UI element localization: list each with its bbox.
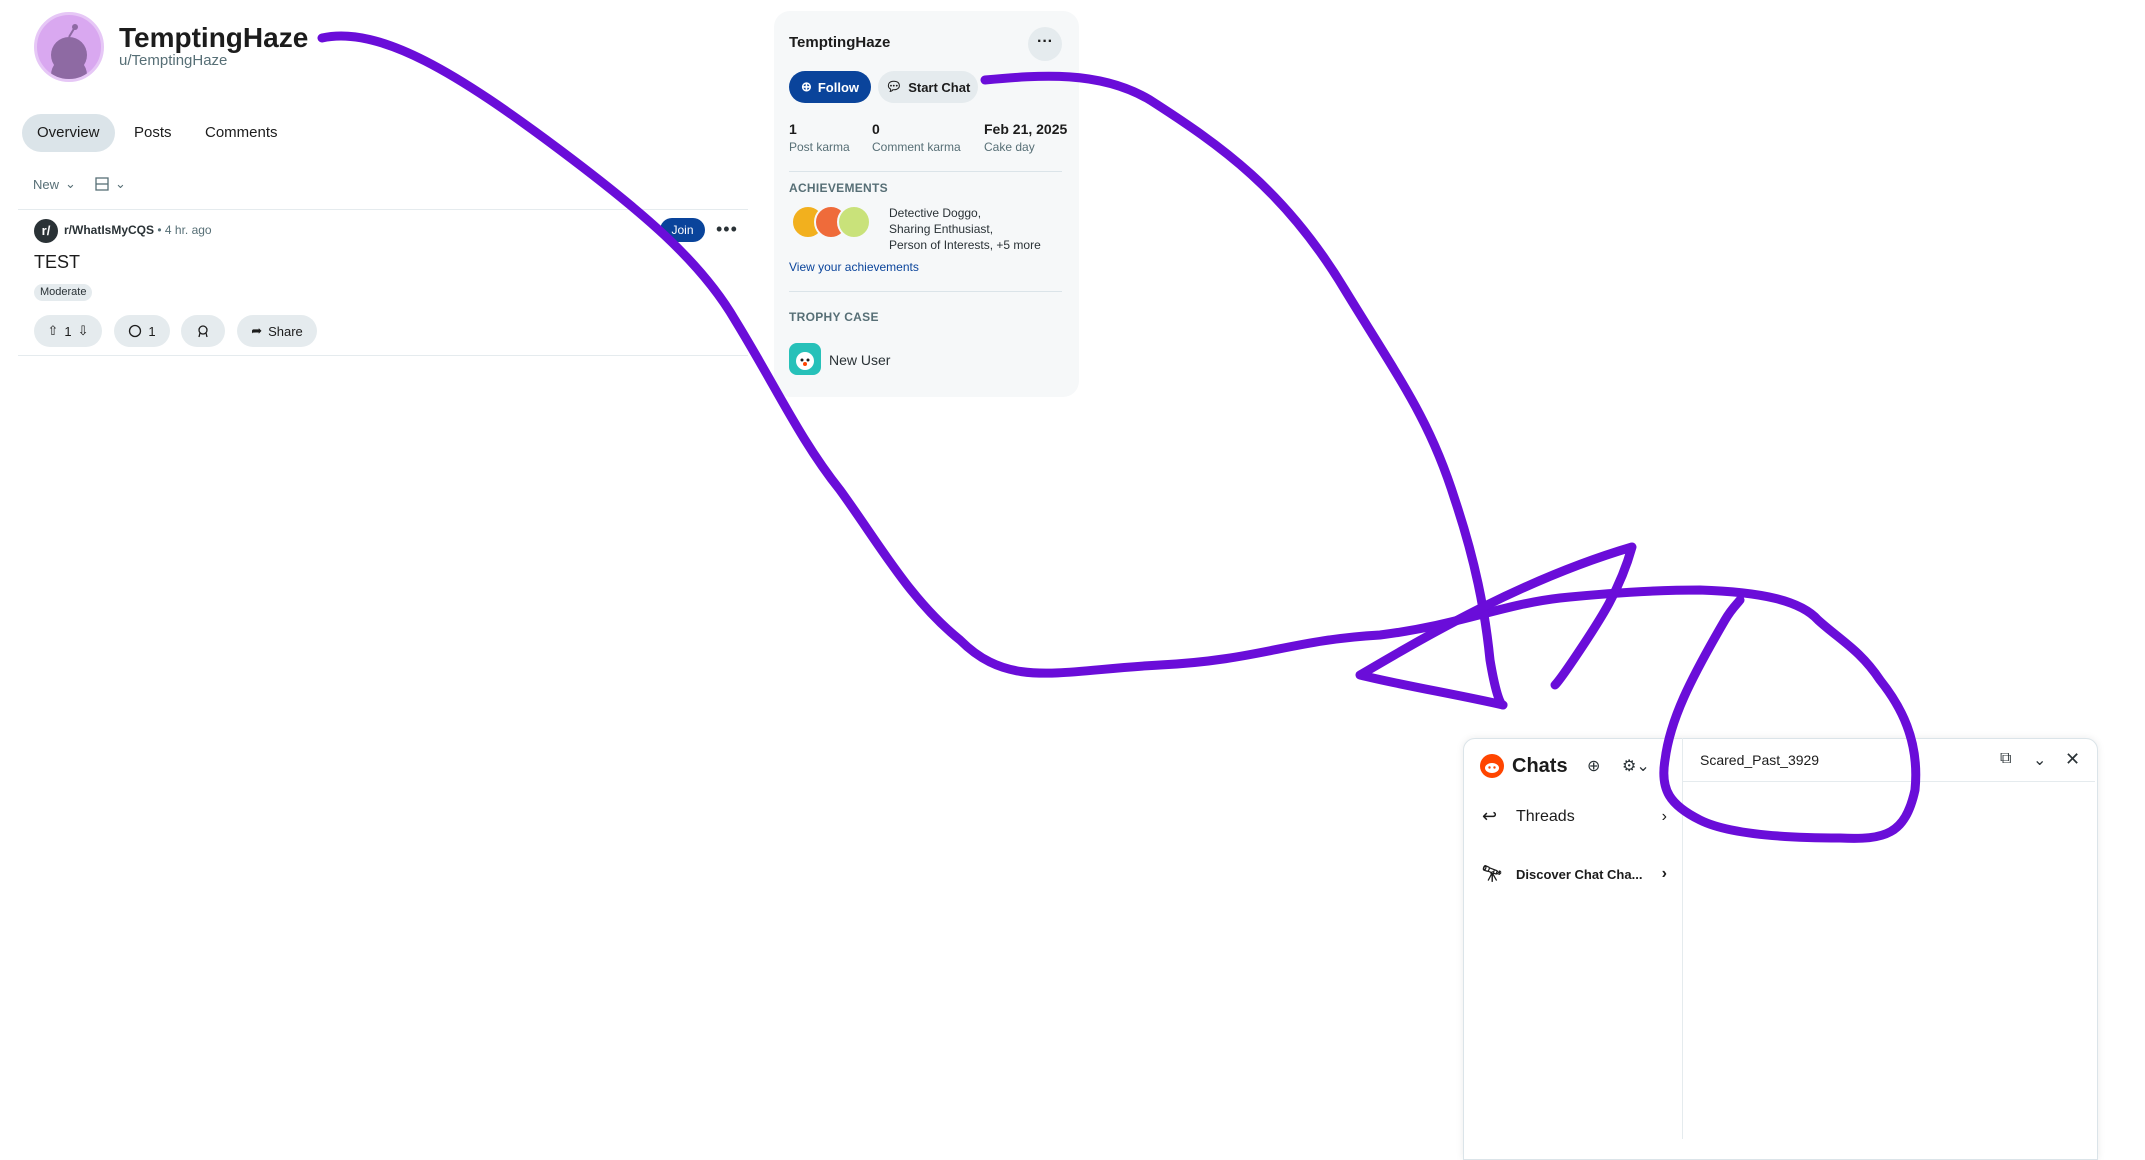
chevron-down-icon: ⌄: [115, 176, 126, 191]
cake-day-value: Feb 21, 2025: [984, 121, 1068, 137]
layout-icon: [95, 177, 109, 191]
achievement-badge-icon[interactable]: [837, 205, 871, 239]
achievement-line: Detective Doggo,: [889, 206, 982, 220]
subreddit-icon[interactable]: r/: [34, 219, 58, 243]
post-time: • 4 hr. ago: [157, 223, 212, 237]
start-chat-label: Start Chat: [908, 79, 971, 95]
post-karma-label: Post karma: [789, 140, 850, 154]
reply-arrow-icon: ↩: [1482, 806, 1498, 826]
chat-divider: [1682, 738, 1683, 1139]
achievement-line: Sharing Enthusiast,: [889, 222, 994, 236]
comment-count: 1: [148, 323, 156, 339]
filter-settings-icon[interactable]: ⚙︎⌄: [1622, 756, 1650, 776]
popout-icon[interactable]: ⧉: [2000, 750, 2011, 768]
join-button[interactable]: Join: [660, 218, 705, 242]
award-icon: [198, 325, 208, 338]
downvote-icon[interactable]: ⇩: [78, 323, 89, 339]
start-chat-button[interactable]: 💬︎ Start Chat: [878, 71, 978, 103]
chevron-right-icon: ›: [1661, 865, 1667, 882]
view-toggle[interactable]: ⌄: [95, 176, 126, 192]
sidebar-title: TemptingHaze: [789, 34, 891, 51]
profile-handle: u/TemptingHaze: [119, 52, 228, 69]
close-icon[interactable]: ✕: [2065, 749, 2080, 770]
chevron-right-icon: ›: [1661, 807, 1667, 825]
follow-label: Follow: [817, 79, 860, 95]
cake-day-label: Cake day: [984, 140, 1035, 154]
card-divider: [789, 171, 1062, 172]
vote-control: ⇧ 1 ⇩: [34, 315, 102, 347]
comment-karma-label: Comment karma: [872, 140, 961, 154]
view-achievements-link[interactable]: View your achievements: [789, 260, 919, 274]
feed-divider: [18, 209, 748, 210]
more-options-button[interactable]: ···: [1028, 27, 1062, 61]
chats-title: Chats: [1512, 755, 1568, 777]
annotation-stroke: [317, 31, 1921, 843]
profile-display-name: TemptingHaze: [119, 22, 309, 53]
trophy-heading: TROPHY CASE: [789, 310, 879, 324]
sort-label: New: [33, 176, 60, 192]
post-more-icon[interactable]: •••: [716, 219, 738, 240]
profile-sidebar-card: [774, 11, 1079, 397]
card-divider: [789, 291, 1062, 292]
tab-posts[interactable]: Posts: [119, 114, 187, 152]
minimize-chevron-icon[interactable]: ⌄: [2033, 750, 2046, 770]
subreddit-link[interactable]: r/WhatIsMyCQS: [64, 223, 154, 237]
annotation-stroke: [1355, 542, 1637, 710]
snoo-avatar-icon: [51, 24, 87, 79]
telescope-icon: 🔭︎: [1482, 866, 1503, 883]
post-meta: r/WhatIsMyCQS • 4 hr. ago: [64, 223, 212, 237]
share-button[interactable]: ➦ Share: [237, 315, 317, 347]
new-chat-icon[interactable]: ⊕: [1587, 756, 1600, 776]
upvote-icon[interactable]: ⇧: [47, 323, 58, 339]
post-title[interactable]: TEST: [34, 252, 80, 273]
trophy-name: New User: [829, 352, 891, 368]
comment-karma-value: 0: [872, 121, 880, 137]
tab-overview[interactable]: Overview: [22, 114, 115, 152]
tab-comments[interactable]: Comments: [190, 114, 293, 152]
threads-row[interactable]: ↩ Threads ›: [1482, 806, 1667, 827]
chat-divider: [1683, 781, 2095, 782]
follow-button[interactable]: ⊕ Follow: [789, 71, 871, 103]
post-flair: Moderate: [34, 284, 93, 301]
vote-count: 1: [64, 323, 72, 339]
share-label: Share: [268, 323, 303, 339]
chat-window: [1463, 738, 2098, 1160]
sort-dropdown[interactable]: New ⌄: [33, 176, 76, 192]
profile-avatar[interactable]: [34, 12, 104, 82]
chevron-down-icon: ⌄: [65, 176, 76, 191]
post-divider: [18, 355, 748, 356]
achievement-line: Person of Interests, +5 more: [889, 238, 1041, 252]
threads-label: Threads: [1516, 807, 1575, 825]
award-button[interactable]: [181, 315, 225, 347]
chat-recipient-name: Scared_Past_3929: [1700, 752, 1820, 768]
achievements-heading: ACHIEVEMENTS: [789, 181, 888, 195]
achievements-list: Detective Doggo, Sharing Enthusiast, Per…: [889, 205, 1041, 253]
comment-icon: [129, 324, 142, 338]
comments-button[interactable]: 1: [114, 315, 170, 347]
plus-circle-icon: ⊕: [800, 79, 812, 94]
share-icon: ➦: [251, 323, 263, 338]
chat-bubble-icon: 💬︎: [885, 79, 903, 94]
post-karma-value: 1: [789, 121, 797, 137]
reddit-logo-icon: [1480, 754, 1504, 778]
new-user-trophy-icon: [789, 343, 821, 375]
discover-row[interactable]: 🔭︎ Discover Chat Cha... ›: [1482, 864, 1667, 884]
discover-label: Discover Chat Cha...: [1516, 866, 1643, 882]
